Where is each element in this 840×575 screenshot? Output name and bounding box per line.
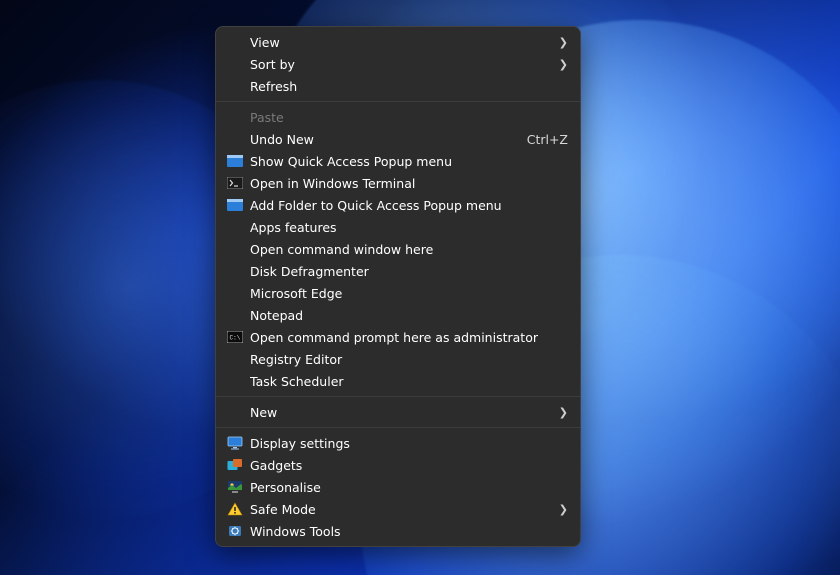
menu-item-label: Windows Tools [250,524,568,539]
menu-item-show-qap[interactable]: Show Quick Access Popup menu [216,150,580,172]
menu-item-regedit[interactable]: Registry Editor [216,348,580,370]
menu-separator [216,427,580,428]
menu-item-notepad[interactable]: Notepad [216,304,580,326]
menu-item-disk-defrag[interactable]: Disk Defragmenter [216,260,580,282]
blank-icon [224,241,246,257]
menu-item-safe-mode[interactable]: Safe Mode ❯ [216,498,580,520]
menu-item-windows-tools[interactable]: Windows Tools [216,520,580,542]
blank-icon [224,307,246,323]
menu-item-label: Add Folder to Quick Access Popup menu [250,198,568,213]
menu-item-label: Display settings [250,436,568,451]
blank-icon [224,404,246,420]
menu-item-label: Undo New [250,132,515,147]
chevron-right-icon: ❯ [556,406,568,419]
menu-item-label: Safe Mode [250,502,548,517]
menu-item-new[interactable]: New ❯ [216,401,580,423]
warning-icon [224,501,246,517]
menu-item-label: Gadgets [250,458,568,473]
menu-item-label: Registry Editor [250,352,568,367]
blank-icon [224,351,246,367]
menu-item-undo-new[interactable]: Undo New Ctrl+Z [216,128,580,150]
blank-icon [224,34,246,50]
chevron-right-icon: ❯ [556,503,568,516]
chevron-right-icon: ❯ [556,58,568,71]
menu-item-personalise[interactable]: Personalise [216,476,580,498]
menu-item-label: Personalise [250,480,568,495]
desktop-context-menu: View ❯ Sort by ❯ Refresh Paste Undo New … [215,26,581,547]
personalise-icon [224,479,246,495]
menu-item-open-terminal[interactable]: Open in Windows Terminal [216,172,580,194]
menu-item-open-cmd-admin[interactable]: C:\ Open command prompt here as administ… [216,326,580,348]
blank-icon [224,263,246,279]
menu-item-label: Show Quick Access Popup menu [250,154,568,169]
menu-item-label: Disk Defragmenter [250,264,568,279]
menu-item-sort-by[interactable]: Sort by ❯ [216,53,580,75]
window-icon [224,197,246,213]
blank-icon [224,109,246,125]
menu-separator [216,396,580,397]
menu-item-accelerator: Ctrl+Z [527,132,568,147]
terminal-icon [224,175,246,191]
menu-item-label: Apps features [250,220,568,235]
menu-separator [216,101,580,102]
blank-icon [224,285,246,301]
menu-item-task-scheduler[interactable]: Task Scheduler [216,370,580,392]
menu-item-label: Microsoft Edge [250,286,568,301]
menu-item-refresh[interactable]: Refresh [216,75,580,97]
menu-item-apps-features[interactable]: Apps features [216,216,580,238]
menu-item-add-folder-qap[interactable]: Add Folder to Quick Access Popup menu [216,194,580,216]
menu-item-view[interactable]: View ❯ [216,31,580,53]
menu-item-label: View [250,35,548,50]
blank-icon [224,373,246,389]
gadgets-icon [224,457,246,473]
blank-icon [224,56,246,72]
menu-item-label: Task Scheduler [250,374,568,389]
blank-icon [224,219,246,235]
window-icon [224,153,246,169]
cmd-icon: C:\ [224,329,246,345]
menu-item-label: Sort by [250,57,548,72]
menu-item-label: New [250,405,548,420]
menu-item-open-cmd-here[interactable]: Open command window here [216,238,580,260]
menu-item-label: Open command prompt here as administrato… [250,330,568,345]
menu-item-label: Paste [250,110,568,125]
menu-item-label: Refresh [250,79,568,94]
svg-text:C:\: C:\ [230,335,241,342]
menu-item-label: Open command window here [250,242,568,257]
menu-item-display-settings[interactable]: Display settings [216,432,580,454]
menu-item-paste: Paste [216,106,580,128]
blank-icon [224,131,246,147]
menu-item-label: Open in Windows Terminal [250,176,568,191]
display-icon [224,435,246,451]
chevron-right-icon: ❯ [556,36,568,49]
menu-item-gadgets[interactable]: Gadgets [216,454,580,476]
menu-item-label: Notepad [250,308,568,323]
blank-icon [224,78,246,94]
tools-icon [224,523,246,539]
menu-item-ms-edge[interactable]: Microsoft Edge [216,282,580,304]
